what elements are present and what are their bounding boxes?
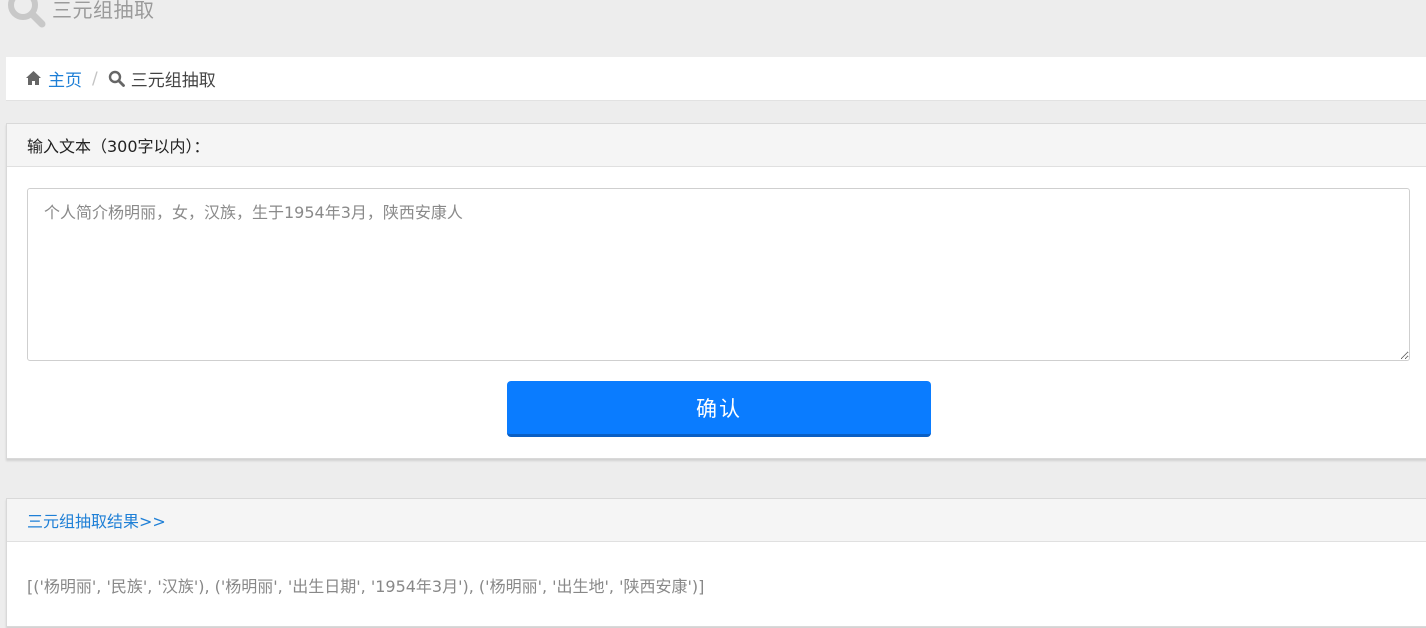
search-icon <box>8 0 46 28</box>
breadcrumb-current: 三元组抽取 <box>130 71 216 91</box>
textarea-wrapper <box>27 188 1410 361</box>
home-icon <box>26 71 41 85</box>
result-panel-heading[interactable]: 三元组抽取结果>> <box>7 499 1426 542</box>
breadcrumb-home-link[interactable]: 主页 <box>48 66 82 91</box>
page-header: 三元组抽取 <box>0 0 155 30</box>
confirm-button[interactable]: 确认 <box>507 381 931 437</box>
input-panel: 输入文本（300字以内）： 确认 <box>6 123 1426 459</box>
breadcrumb: 主页 / 三元组抽取 <box>6 57 1426 101</box>
result-panel: 三元组抽取结果>> [('杨明丽', '民族', '汉族'), ('杨明丽', … <box>6 498 1426 627</box>
result-text: [('杨明丽', '民族', '汉族'), ('杨明丽', '出生日期', '1… <box>27 577 705 596</box>
input-panel-heading: 输入文本（300字以内）： <box>7 124 1426 167</box>
breadcrumb-separator: / <box>92 68 98 89</box>
search-icon <box>108 70 125 87</box>
text-input[interactable] <box>27 188 1410 361</box>
page-title: 三元组抽取 <box>52 0 155 22</box>
